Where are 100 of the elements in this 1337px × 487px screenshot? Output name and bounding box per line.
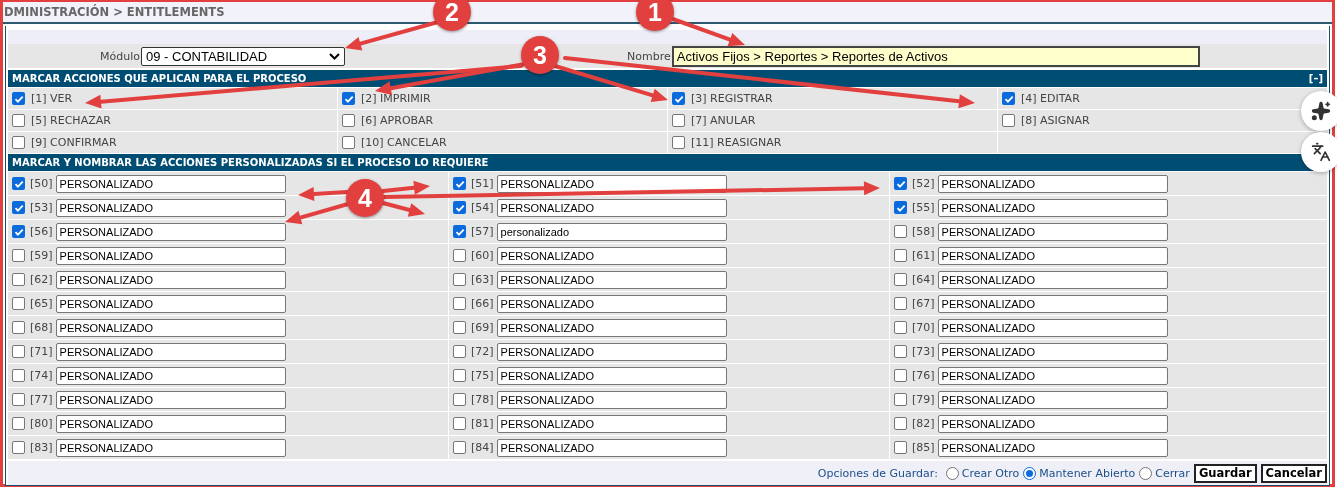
action-name-field[interactable]: PERSONALIZADO xyxy=(496,318,727,337)
checkbox[interactable] xyxy=(12,393,25,406)
action-label: [9] CONFIRMAR xyxy=(31,136,117,149)
checkbox[interactable] xyxy=(1002,114,1015,127)
action-name-field[interactable]: PERSONALIZADO xyxy=(937,174,1168,193)
action-name-field[interactable]: PERSONALIZADO xyxy=(496,390,727,409)
checkbox[interactable] xyxy=(894,345,907,358)
checkbox[interactable] xyxy=(12,345,25,358)
checkbox[interactable] xyxy=(342,92,355,105)
checkbox[interactable] xyxy=(12,297,25,310)
action-name-field[interactable]: PERSONALIZADO xyxy=(55,198,286,217)
action-name-field[interactable]: PERSONALIZADO xyxy=(496,438,727,457)
checkbox[interactable] xyxy=(12,225,25,238)
checkbox[interactable] xyxy=(894,273,907,286)
action-name-field[interactable]: PERSONALIZADO xyxy=(55,438,286,457)
checkbox[interactable] xyxy=(672,136,685,149)
checkbox[interactable] xyxy=(672,92,685,105)
radio-label[interactable]: Cerrar xyxy=(1155,466,1190,480)
checkbox[interactable] xyxy=(894,249,907,262)
checkbox[interactable] xyxy=(894,441,907,454)
checkbox[interactable] xyxy=(12,273,25,286)
checkbox[interactable] xyxy=(12,136,25,149)
action-code: [83] xyxy=(30,441,53,454)
action-name-field[interactable]: PERSONALIZADO xyxy=(55,390,286,409)
action-name-field[interactable]: PERSONALIZADO xyxy=(937,294,1168,313)
radio-label[interactable]: Crear Otro xyxy=(961,466,1020,480)
checkbox[interactable] xyxy=(894,417,907,430)
checkbox[interactable] xyxy=(453,273,466,286)
checkbox[interactable] xyxy=(453,297,466,310)
checkbox[interactable] xyxy=(453,441,466,454)
cancel-button[interactable]: Cancelar xyxy=(1260,463,1327,483)
radio-label[interactable]: Mantener Abierto xyxy=(1039,466,1136,480)
action-name-field[interactable]: PERSONALIZADO xyxy=(496,414,727,433)
checkmark-icon xyxy=(895,202,906,213)
name-field[interactable]: Activos Fijos > Reportes > Reportes de Activos xyxy=(671,45,1200,67)
action-name-field[interactable]: personalizado xyxy=(496,222,727,241)
checkbox[interactable] xyxy=(12,441,25,454)
checkbox[interactable] xyxy=(453,417,466,430)
save-button[interactable]: Guardar xyxy=(1193,463,1257,483)
module-select[interactable]: 09 - CONTABILIDAD xyxy=(141,46,345,66)
checkbox[interactable] xyxy=(894,225,907,238)
checkbox[interactable] xyxy=(342,136,355,149)
checkbox[interactable] xyxy=(453,201,466,214)
checkbox[interactable] xyxy=(453,321,466,334)
checkbox[interactable] xyxy=(342,114,355,127)
action-name-field[interactable]: PERSONALIZADO xyxy=(937,198,1168,217)
action-name-field[interactable]: PERSONALIZADO xyxy=(937,246,1168,265)
checkbox[interactable] xyxy=(894,393,907,406)
action-name-field[interactable]: PERSONALIZADO xyxy=(937,366,1168,385)
action-name-field[interactable]: PERSONALIZADO xyxy=(55,318,286,337)
action-name-field[interactable]: PERSONALIZADO xyxy=(937,222,1168,241)
action-name-field[interactable]: PERSONALIZADO xyxy=(937,342,1168,361)
action-name-field[interactable]: PERSONALIZADO xyxy=(55,270,286,289)
action-name-field[interactable]: PERSONALIZADO xyxy=(496,174,727,193)
checkbox[interactable] xyxy=(894,177,907,190)
action-name-field[interactable]: PERSONALIZADO xyxy=(937,318,1168,337)
action-name-field[interactable]: PERSONALIZADO xyxy=(55,414,286,433)
action-code: [52] xyxy=(912,177,935,190)
radio-button[interactable] xyxy=(1139,466,1153,480)
checkbox[interactable] xyxy=(894,201,907,214)
action-name-field[interactable]: PERSONALIZADO xyxy=(55,366,286,385)
checkbox[interactable] xyxy=(12,201,25,214)
checkbox[interactable] xyxy=(12,177,25,190)
collapse-toggle[interactable]: [–] xyxy=(1308,73,1323,84)
action-code: [69] xyxy=(471,321,494,334)
action-name-field[interactable]: PERSONALIZADO xyxy=(496,294,727,313)
checkbox[interactable] xyxy=(12,249,25,262)
checkbox[interactable] xyxy=(453,345,466,358)
checkbox[interactable] xyxy=(894,321,907,334)
action-name-field[interactable]: PERSONALIZADO xyxy=(937,414,1168,433)
radio-button[interactable] xyxy=(1023,466,1037,480)
action-name-field[interactable]: PERSONALIZADO xyxy=(496,270,727,289)
radio-button[interactable] xyxy=(945,466,959,480)
checkbox[interactable] xyxy=(894,297,907,310)
action-name-field[interactable]: PERSONALIZADO xyxy=(55,246,286,265)
action-name-field[interactable]: PERSONALIZADO xyxy=(937,270,1168,289)
action-name-field[interactable]: PERSONALIZADO xyxy=(937,390,1168,409)
checkbox[interactable] xyxy=(453,177,466,190)
checkbox[interactable] xyxy=(1002,92,1015,105)
action-name-field[interactable]: PERSONALIZADO xyxy=(496,366,727,385)
checkbox[interactable] xyxy=(453,393,466,406)
checkbox[interactable] xyxy=(12,369,25,382)
checkbox[interactable] xyxy=(12,417,25,430)
checkbox[interactable] xyxy=(12,92,25,105)
action-name-field[interactable]: PERSONALIZADO xyxy=(55,294,286,313)
checkbox[interactable] xyxy=(453,249,466,262)
checkbox[interactable] xyxy=(672,114,685,127)
action-label: [3] REGISTRAR xyxy=(691,92,773,105)
action-name-field[interactable]: PERSONALIZADO xyxy=(55,342,286,361)
action-name-field[interactable]: PERSONALIZADO xyxy=(496,342,727,361)
action-name-field[interactable]: PERSONALIZADO xyxy=(496,246,727,265)
checkbox[interactable] xyxy=(12,114,25,127)
action-name-field[interactable]: PERSONALIZADO xyxy=(55,222,286,241)
checkbox[interactable] xyxy=(453,225,466,238)
action-name-field[interactable]: PERSONALIZADO xyxy=(937,438,1168,457)
action-name-field[interactable]: PERSONALIZADO xyxy=(55,174,286,193)
checkbox[interactable] xyxy=(894,369,907,382)
checkbox[interactable] xyxy=(453,369,466,382)
checkbox[interactable] xyxy=(12,321,25,334)
action-name-field[interactable]: PERSONALIZADO xyxy=(496,198,727,217)
